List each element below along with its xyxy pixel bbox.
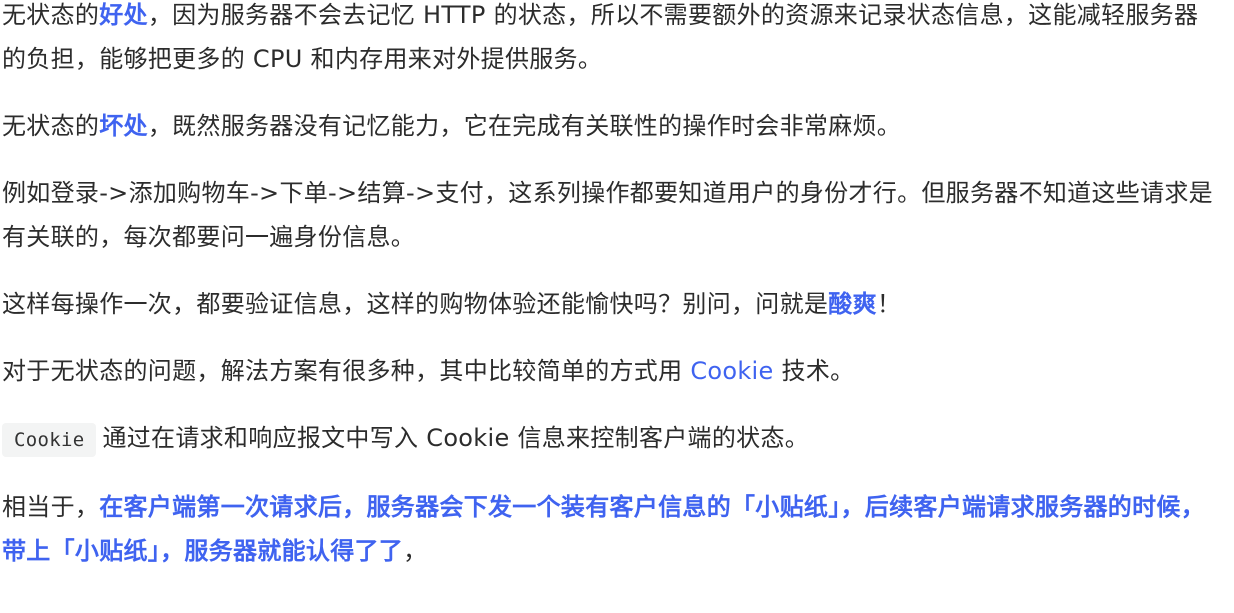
- cookie-code: Cookie: [2, 423, 97, 457]
- text-segment: 相当于，: [2, 493, 100, 521]
- article-content: 无状态的好处，因为服务器不会去记忆 HTTP 的状态，所以不需要额外的资源来记录…: [0, 0, 1222, 573]
- cookie-link[interactable]: Cookie: [690, 357, 773, 385]
- paragraph-sticker-analogy: 相当于，在客户端第一次请求后，服务器会下发一个装有客户信息的「小贴纸」，后续客户…: [2, 485, 1218, 573]
- paragraph-shopping-example: 例如登录->添加购物车->下单->结算->支付，这系列操作都要知道用户的身份才行…: [2, 179, 1213, 251]
- text-segment: 技术。: [773, 357, 855, 385]
- text-segment: ，: [403, 537, 428, 565]
- text-segment: 对于无状态的问题，解法方案有很多种，其中比较简单的方式用: [2, 357, 691, 385]
- text-segment: ，因为服务器不会去记忆 HTTP 的状态，所以不需要额外的资源来记录状态信息，这…: [2, 1, 1199, 73]
- text-segment: 无状态的: [2, 1, 100, 29]
- highlight-sour: 酸爽: [828, 290, 877, 318]
- bold-sticker-explanation: 在客户端第一次请求后，服务器会下发一个装有客户信息的「小贴纸」，后续客户端请求服…: [2, 493, 1205, 565]
- text-segment: 通过在请求和响应报文中写入 Cookie 信息来控制客户端的状态。: [102, 424, 810, 452]
- paragraph-solution: 对于无状态的问题，解法方案有很多种，其中比较简单的方式用 Cookie 技术。: [2, 349, 1218, 393]
- text-segment: ！: [876, 290, 902, 318]
- text-segment: 这样每操作一次，都要验证信息，这样的购物体验还能愉快吗？别问，问就是: [2, 290, 829, 318]
- paragraph-verification: 这样每操作一次，都要验证信息，这样的购物体验还能愉快吗？别问，问就是酸爽！: [2, 282, 1218, 326]
- highlight-drawback: 坏处: [99, 112, 148, 140]
- paragraph-cookie-description: Cookie 通过在请求和响应报文中写入 Cookie 信息来控制客户端的状态。: [2, 416, 1218, 462]
- text-segment: ，既然服务器没有记忆能力，它在完成有关联性的操作时会非常麻烦。: [147, 112, 902, 140]
- text-segment: 无状态的: [2, 112, 100, 140]
- highlight-benefit: 好处: [99, 1, 148, 29]
- paragraph-stateless-benefit: 无状态的好处，因为服务器不会去记忆 HTTP 的状态，所以不需要额外的资源来记录…: [2, 0, 1218, 81]
- paragraph-stateless-drawback: 无状态的坏处，既然服务器没有记忆能力，它在完成有关联性的操作时会非常麻烦。: [2, 104, 1218, 148]
